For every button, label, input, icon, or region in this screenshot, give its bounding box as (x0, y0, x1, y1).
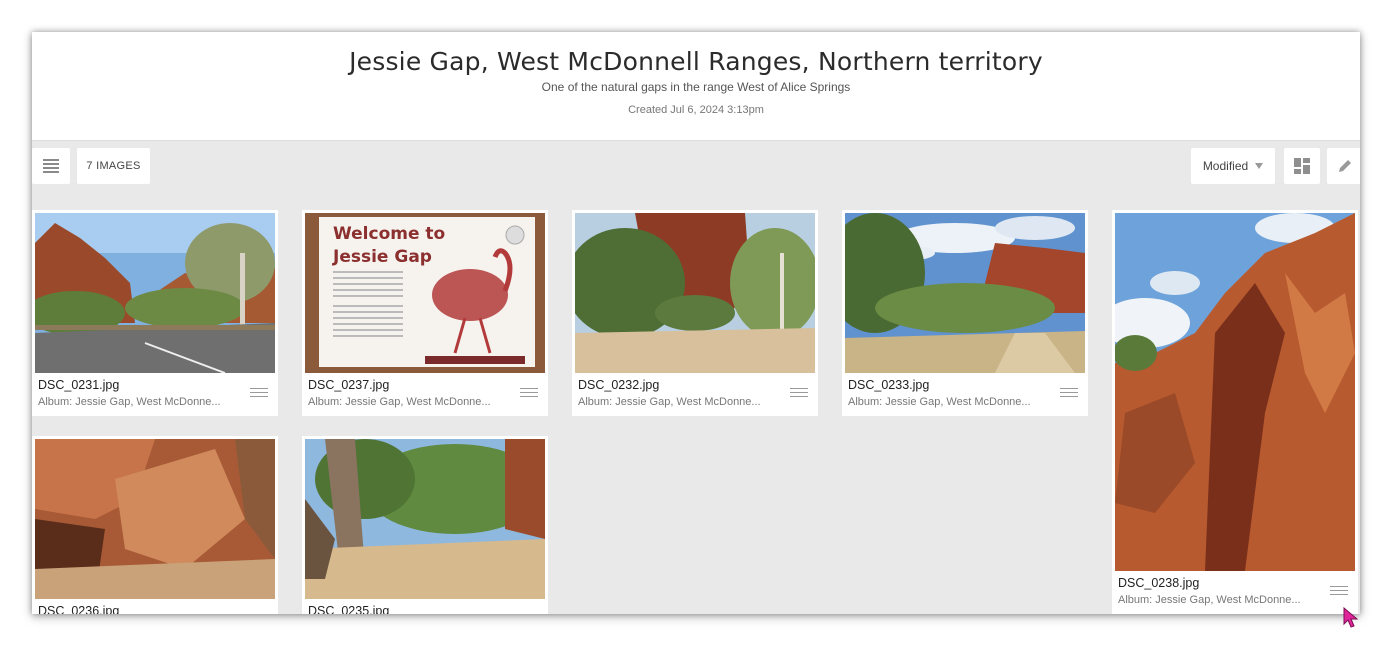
created-date: Created Jul 6, 2024 3:13pm (628, 104, 764, 116)
album-window: Jessie Gap, West McDonnell Ranges, North… (32, 32, 1360, 614)
photo-thumbnail[interactable]: Welcome to Jessie Gap (305, 213, 545, 373)
album-title: Jessie Gap, West McDonnell Ranges, North… (349, 47, 1043, 76)
edit-button[interactable] (1327, 148, 1360, 184)
pencil-icon (1339, 160, 1351, 172)
photo-card[interactable]: DSC_0233.jpg Album: Jessie Gap, West McD… (842, 210, 1088, 416)
photo-card[interactable]: DSC_0235.jpg (302, 436, 548, 614)
mouse-cursor-icon (1343, 607, 1359, 628)
photo-thumbnail[interactable] (35, 439, 275, 599)
photo-thumbnail[interactable] (575, 213, 815, 373)
photo-thumbnail[interactable] (845, 213, 1085, 373)
drag-handle-icon[interactable] (790, 388, 808, 397)
drag-handle-icon[interactable] (1330, 586, 1348, 595)
photo-filename: DSC_0235.jpg (308, 604, 390, 614)
photo-thumbnail[interactable] (1115, 213, 1355, 571)
photo-card[interactable]: DSC_0238.jpg Album: Jessie Gap, West McD… (1112, 210, 1358, 614)
image-count-button[interactable]: 7 IMAGES (77, 148, 150, 184)
photo-album-label: Album: Jessie Gap, West McDonne... (308, 396, 491, 408)
photo-card[interactable]: DSC_0232.jpg Album: Jessie Gap, West McD… (572, 210, 818, 416)
sign-heading-1: Welcome to (333, 224, 445, 244)
menu-button[interactable] (32, 148, 70, 184)
album-subtitle: One of the natural gaps in the range Wes… (541, 80, 851, 94)
grid-layout-icon (1294, 158, 1310, 174)
photo-filename: DSC_0238.jpg (1118, 576, 1200, 590)
photo-filename: DSC_0237.jpg (308, 378, 390, 392)
sort-label: Modified (1202, 159, 1249, 173)
sort-dropdown[interactable]: Modified (1191, 148, 1275, 184)
photo-album-label: Album: Jessie Gap, West McDonne... (38, 396, 221, 408)
photo-album-label: Album: Jessie Gap, West McDonne... (848, 396, 1031, 408)
chevron-down-icon (1255, 163, 1264, 169)
album-header: Jessie Gap, West McDonnell Ranges, North… (32, 32, 1360, 141)
photo-album-label: Album: Jessie Gap, West McDonne... (1118, 594, 1301, 606)
photo-card[interactable]: Welcome to Jessie Gap DSC_0237.jpg Album… (302, 210, 548, 416)
photo-filename: DSC_0232.jpg (578, 378, 660, 392)
drag-handle-icon[interactable] (1060, 388, 1078, 397)
photo-filename: DSC_0231.jpg (38, 378, 120, 392)
drag-handle-icon[interactable] (520, 388, 538, 397)
photo-filename: DSC_0233.jpg (848, 378, 930, 392)
photo-album-label: Album: Jessie Gap, West McDonne... (578, 396, 761, 408)
photo-card[interactable]: DSC_0236.jpg (32, 436, 278, 614)
sign-heading-2: Jessie Gap (332, 247, 432, 267)
photo-filename: DSC_0236.jpg (38, 604, 120, 614)
layout-button[interactable] (1284, 148, 1320, 184)
drag-handle-icon[interactable] (250, 388, 268, 397)
photo-thumbnail[interactable] (305, 439, 545, 599)
photo-thumbnail[interactable] (35, 213, 275, 373)
photo-card[interactable]: DSC_0231.jpg Album: Jessie Gap, West McD… (32, 210, 278, 416)
hamburger-menu-icon (43, 157, 59, 175)
